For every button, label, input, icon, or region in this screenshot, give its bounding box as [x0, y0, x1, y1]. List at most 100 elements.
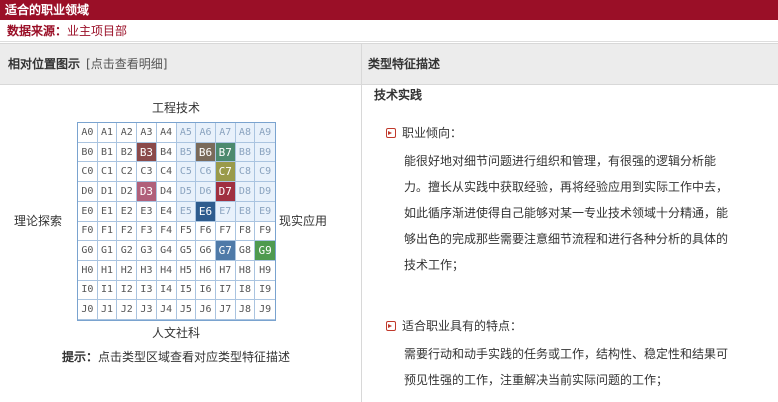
grid-cell-j6[interactable]: J6: [196, 300, 216, 320]
grid-cell-d2[interactable]: D2: [117, 182, 138, 202]
grid-cell-f9[interactable]: F9: [255, 221, 275, 242]
grid-cell-b2[interactable]: B2: [117, 142, 138, 163]
grid-cell-g4[interactable]: G4: [156, 241, 177, 261]
grid-cell-a3[interactable]: A3: [137, 123, 157, 143]
grid-cell-d9[interactable]: D9: [255, 182, 275, 202]
grid-cell-a6[interactable]: A6: [196, 123, 216, 143]
grid-cell-g0[interactable]: G0: [78, 241, 98, 261]
grid-cell-h3[interactable]: H3: [137, 260, 157, 281]
grid-cell-c8[interactable]: C8: [235, 162, 256, 183]
grid-cell-b9[interactable]: B9: [255, 142, 275, 163]
grid-cell-a2[interactable]: A2: [117, 123, 138, 143]
grid-cell-j3[interactable]: J3: [137, 300, 157, 320]
grid-cell-i5[interactable]: I5: [176, 280, 197, 301]
grid-cell-h7[interactable]: H7: [215, 260, 236, 281]
grid-cell-e5[interactable]: E5: [176, 201, 197, 222]
grid-cell-c7[interactable]: C7: [215, 162, 236, 183]
grid-cell-c3[interactable]: C3: [137, 162, 157, 183]
grid-cell-e7[interactable]: E7: [215, 201, 236, 222]
grid-cell-c5[interactable]: C5: [176, 162, 197, 183]
grid-cell-a4[interactable]: A4: [156, 123, 177, 143]
grid-cell-b8[interactable]: B8: [235, 142, 256, 163]
grid-cell-h8[interactable]: H8: [235, 260, 256, 281]
grid-cell-a1[interactable]: A1: [97, 123, 118, 143]
grid-cell-f6[interactable]: F6: [196, 221, 216, 242]
grid-cell-c2[interactable]: C2: [117, 162, 138, 183]
grid-cell-e1[interactable]: E1: [97, 201, 118, 222]
grid-cell-g6[interactable]: G6: [196, 241, 216, 261]
grid-cell-f8[interactable]: F8: [235, 221, 256, 242]
grid-cell-j7[interactable]: J7: [215, 300, 236, 320]
grid-cell-d1[interactable]: D1: [97, 182, 118, 202]
grid-cell-i1[interactable]: I1: [97, 280, 118, 301]
grid-cell-a5[interactable]: A5: [176, 123, 197, 143]
grid-cell-f0[interactable]: F0: [78, 221, 98, 242]
grid-cell-a7[interactable]: A7: [215, 123, 236, 143]
grid-cell-b7[interactable]: B7: [215, 142, 236, 163]
grid-cell-c6[interactable]: C6: [196, 162, 216, 183]
grid-cell-i8[interactable]: I8: [235, 280, 256, 301]
grid-cell-d7[interactable]: D7: [215, 182, 236, 202]
grid-cell-f2[interactable]: F2: [117, 221, 138, 242]
grid-cell-i6[interactable]: I6: [196, 280, 216, 301]
grid-cell-d0[interactable]: D0: [78, 182, 98, 202]
grid-cell-e6[interactable]: E6: [196, 201, 216, 222]
grid-cell-e8[interactable]: E8: [235, 201, 256, 222]
grid-cell-g2[interactable]: G2: [117, 241, 138, 261]
grid-cell-b6[interactable]: B6: [196, 142, 216, 163]
grid-cell-g1[interactable]: G1: [97, 241, 118, 261]
grid-cell-d4[interactable]: D4: [156, 182, 177, 202]
grid-cell-d3[interactable]: D3: [137, 182, 157, 202]
grid-cell-c9[interactable]: C9: [255, 162, 275, 183]
grid-cell-b5[interactable]: B5: [176, 142, 197, 163]
grid-cell-j0[interactable]: J0: [78, 300, 98, 320]
grid-cell-d5[interactable]: D5: [176, 182, 197, 202]
grid-cell-g5[interactable]: G5: [176, 241, 197, 261]
grid-cell-j9[interactable]: J9: [255, 300, 275, 320]
grid-cell-f3[interactable]: F3: [137, 221, 157, 242]
grid-cell-e4[interactable]: E4: [156, 201, 177, 222]
grid-cell-c1[interactable]: C1: [97, 162, 118, 183]
view-details-link[interactable]: [点击查看明细]: [86, 57, 167, 71]
grid-cell-f5[interactable]: F5: [176, 221, 197, 242]
grid-cell-b1[interactable]: B1: [97, 142, 118, 163]
grid-cell-j5[interactable]: J5: [176, 300, 197, 320]
grid-cell-a8[interactable]: A8: [235, 123, 256, 143]
grid-cell-i2[interactable]: I2: [117, 280, 138, 301]
grid-cell-j8[interactable]: J8: [235, 300, 256, 320]
grid-cell-g9[interactable]: G9: [255, 241, 275, 261]
grid-cell-c4[interactable]: C4: [156, 162, 177, 183]
grid-cell-e2[interactable]: E2: [117, 201, 138, 222]
grid-cell-e3[interactable]: E3: [137, 201, 157, 222]
grid-cell-b4[interactable]: B4: [156, 142, 177, 163]
grid-cell-b0[interactable]: B0: [78, 142, 98, 163]
grid-cell-j2[interactable]: J2: [117, 300, 138, 320]
grid-cell-b3[interactable]: B3: [137, 142, 157, 163]
grid-cell-g3[interactable]: G3: [137, 241, 157, 261]
grid-cell-g8[interactable]: G8: [235, 241, 256, 261]
grid-cell-i3[interactable]: I3: [137, 280, 157, 301]
grid-cell-j4[interactable]: J4: [156, 300, 177, 320]
grid-cell-h0[interactable]: H0: [78, 260, 98, 281]
grid-cell-d6[interactable]: D6: [196, 182, 216, 202]
grid-cell-f4[interactable]: F4: [156, 221, 177, 242]
grid-cell-j1[interactable]: J1: [97, 300, 118, 320]
grid-cell-a0[interactable]: A0: [78, 123, 98, 143]
grid-cell-h5[interactable]: H5: [176, 260, 197, 281]
grid-cell-f7[interactable]: F7: [215, 221, 236, 242]
grid-cell-e9[interactable]: E9: [255, 201, 275, 222]
grid-cell-e0[interactable]: E0: [78, 201, 98, 222]
grid-cell-g7[interactable]: G7: [215, 241, 236, 261]
grid-cell-c0[interactable]: C0: [78, 162, 98, 183]
grid-cell-h4[interactable]: H4: [156, 260, 177, 281]
grid-cell-f1[interactable]: F1: [97, 221, 118, 242]
grid-cell-i4[interactable]: I4: [156, 280, 177, 301]
grid-cell-i7[interactable]: I7: [215, 280, 236, 301]
grid-cell-h9[interactable]: H9: [255, 260, 275, 281]
grid-cell-i0[interactable]: I0: [78, 280, 98, 301]
grid-cell-a9[interactable]: A9: [255, 123, 275, 143]
grid-cell-h6[interactable]: H6: [196, 260, 216, 281]
grid-cell-h2[interactable]: H2: [117, 260, 138, 281]
grid-cell-i9[interactable]: I9: [255, 280, 275, 301]
grid-cell-d8[interactable]: D8: [235, 182, 256, 202]
